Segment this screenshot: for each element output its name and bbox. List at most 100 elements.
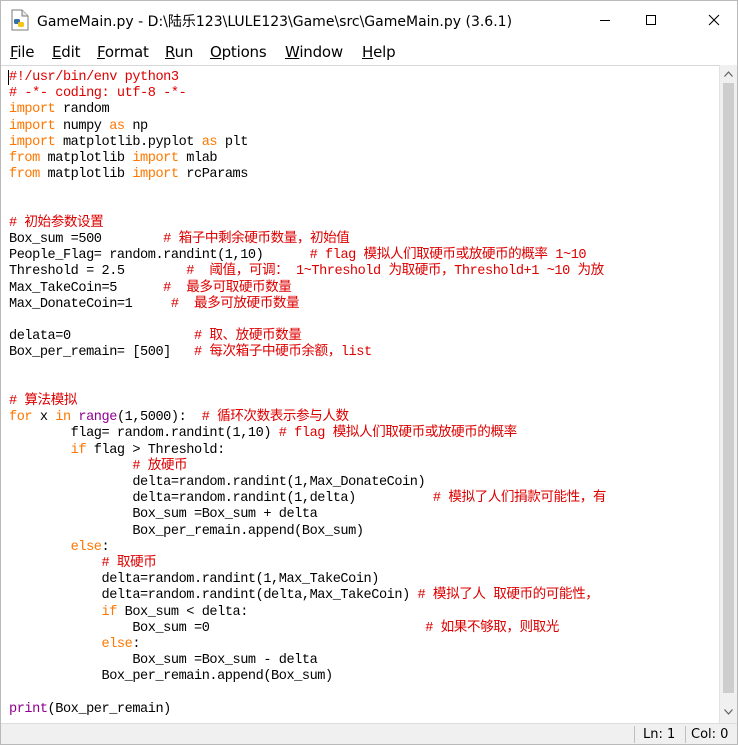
code-line[interactable]: if flag > Threshold: [9,443,226,459]
code-token: People_Flag= random.randint(1,10) [9,248,310,264]
code-token: else [101,637,133,652]
code-token: flag= random.randint(1,10) [9,426,279,442]
vertical-scrollbar[interactable] [719,65,737,723]
code-token: # 模拟了人们捐款可能性，有 [432,491,607,507]
menu-help[interactable]: Help [362,43,396,61]
close-icon [708,14,720,26]
code-token: # 循环次数表示参与人数 [201,410,349,426]
code-line[interactable]: delta=random.randint(1,delta) # 模拟了人们捐款可… [9,491,606,507]
menu-format[interactable]: Format [97,43,149,61]
code-token: else [70,539,102,555]
code-token: rcParams [178,167,248,183]
code-token: # 算法模拟 [9,394,77,409]
title-bar[interactable]: GameMain.py - D:\陆乐123\LULE123\Game\src\… [1,1,737,39]
code-token: # flag 模拟人们取硬币或放硬币的概率 1~10 [309,248,587,264]
code-line[interactable]: Box_sum =Box_sum + delta [9,507,317,523]
scrollbar-thumb[interactable] [723,83,734,693]
code-line[interactable]: Threshold = 2.5 # 阈值，可调： 1~Threshold 为取硬… [9,264,604,280]
code-token: for [9,410,33,426]
code-line[interactable]: flag= random.randint(1,10) # flag 模拟人们取硬… [9,426,518,442]
menu-options[interactable]: Options [210,43,267,61]
code-token: # 初始参数设置 [9,215,104,231]
code-token: matplotlib.pyplot [55,134,202,150]
code-token: # 每次箱子中硬币余额，list [193,345,372,361]
code-line[interactable]: import numpy as np [9,119,148,135]
code-token: (Box_per_remain) [47,701,172,717]
code-token: Box_per_remain.append(Box_sum) [9,669,333,685]
code-token: Max_TakeCoin=5 [9,280,164,296]
menu-run[interactable]: Run [165,43,193,61]
code-line[interactable]: Box_sum =500 # 箱子中剩余硬币数量，初始值 [9,232,350,248]
code-line[interactable]: Box_per_remain.append(Box_sum) [9,524,364,540]
code-line[interactable]: delta=random.randint(1,Max_DonateCoin) [9,475,425,491]
code-line[interactable]: #!/usr/bin/env python3 [9,70,179,86]
code-line[interactable]: # 取硬币 [9,556,157,572]
code-token: matplotlib [39,151,133,166]
code-line[interactable]: # -*- coding: utf-8 -*- [9,86,187,102]
status-separator [685,726,686,743]
code-token: Box_sum =Box_sum - delta [9,653,318,669]
window-title: GameMain.py - D:\陆乐123\LULE123\Game\src\… [37,14,513,30]
code-token: x [32,410,56,426]
code-token: (1,5000): [116,410,202,426]
code-line[interactable]: People_Flag= random.randint(1,10) # flag… [9,248,587,264]
code-line[interactable]: from matplotlib import rcParams [9,167,248,183]
code-token: delta=random.randint(1,Max_DonateCoin) [9,475,426,490]
status-col: Col: 0 [691,727,729,742]
code-token: matplotlib [39,167,133,183]
code-token: Box_sum < delta: [116,604,249,620]
code-token: # 取、放硬币数量 [193,329,302,345]
code-line[interactable]: import random [9,102,110,118]
code-line[interactable]: delta=random.randint(1,Max_TakeCoin) [9,572,379,588]
code-token: Box_sum =500 [9,232,164,247]
code-line[interactable]: delta=random.randint(delta,Max_TakeCoin)… [9,588,598,604]
code-token: import [9,102,56,118]
code-line[interactable]: import matplotlib.pyplot as plt [9,135,248,151]
scroll-down-arrow-icon [724,709,733,715]
code-token: Threshold = 2.5 [9,264,187,280]
menu-edit[interactable]: Edit [52,43,80,61]
code-line[interactable]: Box_sum =0 # 如果不够取，则取光 [9,621,559,637]
code-line[interactable]: Max_TakeCoin=5 # 最多可取硬币数量 [9,280,292,297]
close-button[interactable] [691,1,737,39]
code-token: mlab [178,151,218,166]
code-token: print [9,701,48,717]
menu-bar: File Edit Format Run Options Window Help [1,39,737,65]
code-token: # flag 模拟人们取硬币或放硬币的概率 [278,426,517,442]
code-token: # 最多可取硬币数量 [163,280,292,296]
code-line[interactable]: # 算法模拟 [9,394,77,410]
code-token: range [78,410,117,426]
minimize-icon [600,20,610,21]
code-token: from [9,167,40,183]
code-token: # 阈值，可调： 1~Threshold 为取硬币，Threshold+1 ~1… [186,264,604,280]
maximize-button[interactable] [628,1,674,39]
code-token: import [132,167,179,183]
menu-file[interactable]: File [10,43,35,61]
code-line[interactable]: Box_sum =Box_sum - delta [9,653,317,669]
code-token: if [101,604,118,620]
code-line[interactable]: Box_per_remain= [500] # 每次箱子中硬币余额，list [9,345,372,361]
code-line[interactable]: else: [9,539,110,556]
code-line[interactable]: print(Box_per_remain) [9,702,171,718]
menu-window[interactable]: Window [285,43,343,61]
code-line[interactable]: Max_DonateCoin=1 # 最多可放硬币数量 [9,297,300,313]
code-token: np [124,118,148,134]
code-token: import [9,118,56,134]
code-line[interactable]: # 放硬币 [9,459,187,475]
code-token: numpy [55,118,110,134]
code-line[interactable]: Box_per_remain.append(Box_sum) [9,669,333,685]
code-line[interactable]: from matplotlib import mlab [9,151,218,167]
minimize-button[interactable] [582,1,628,39]
code-token: import [132,151,179,166]
code-line[interactable]: # 初始参数设置 [9,215,104,232]
code-editor[interactable]: #!/usr/bin/env python3 # -*- coding: utf-… [1,65,719,723]
code-line[interactable]: delata=0 # 取、放硬币数量 [9,329,302,345]
code-token: delta=random.randint(1,delta) [9,491,433,507]
code-line[interactable]: else: [9,637,141,653]
code-line[interactable]: for x in range(1,5000): # 循环次数表示参与人数 [9,410,349,426]
code-line[interactable]: if Box_sum < delta: [9,604,249,621]
code-token: # 取硬币 [101,556,157,571]
